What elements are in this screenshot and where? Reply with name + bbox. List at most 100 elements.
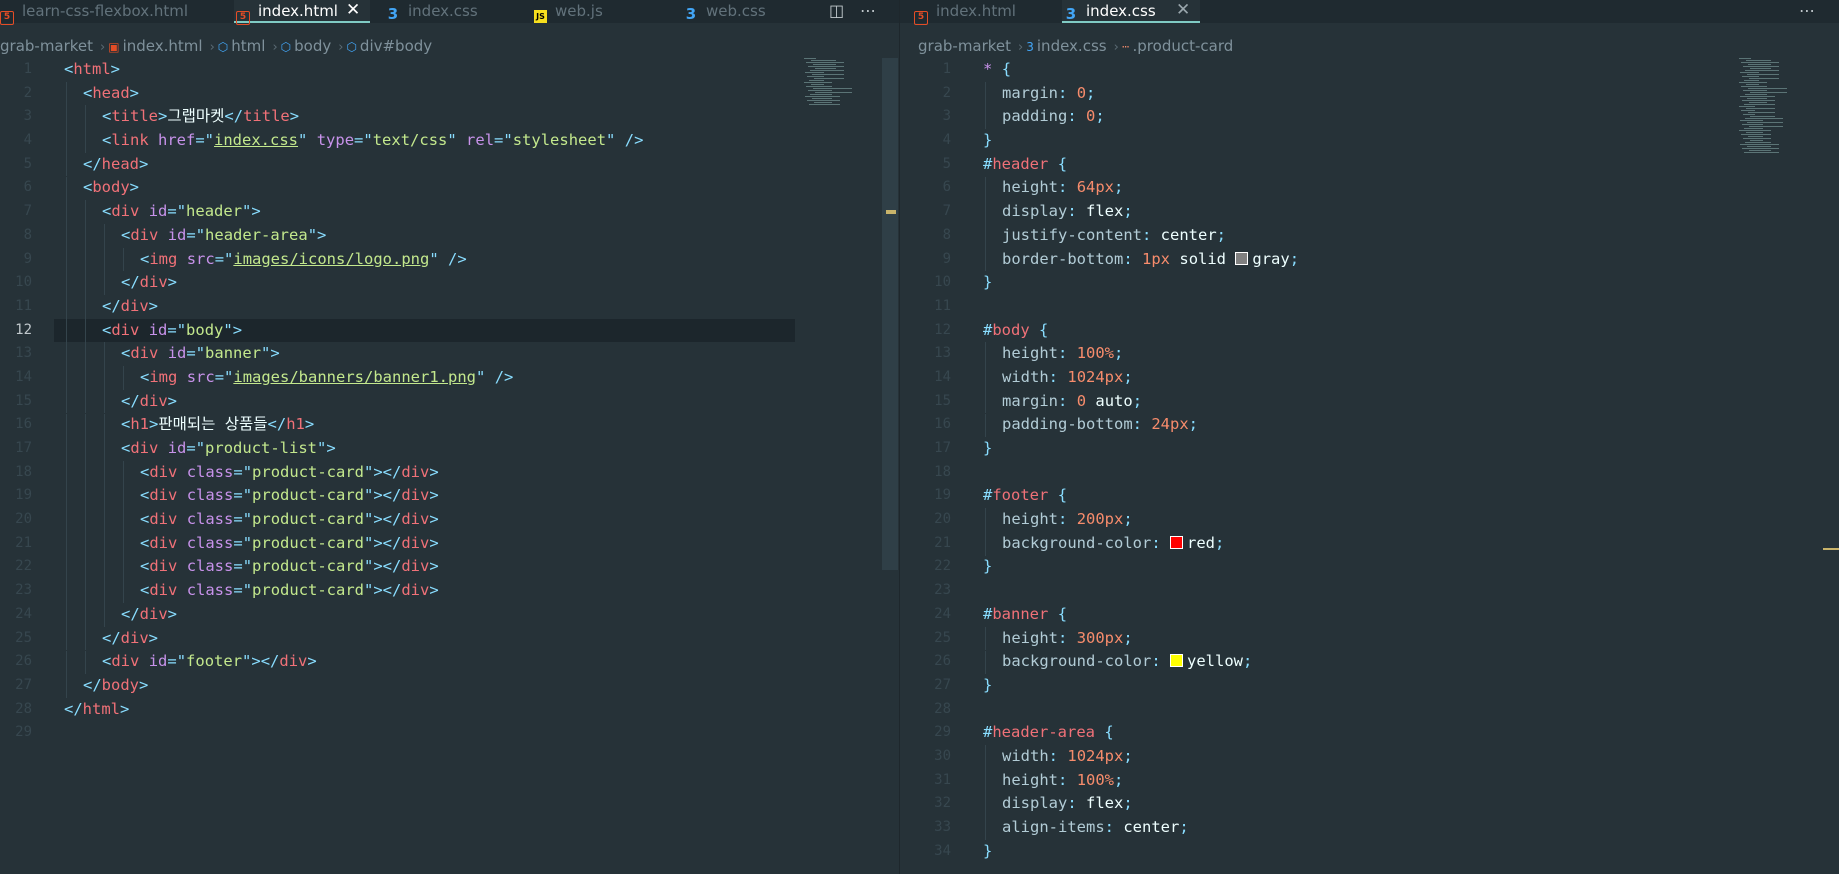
close-tab-icon[interactable]: ✕ (346, 0, 360, 21)
code-line[interactable]: 27 </body> (0, 674, 899, 698)
code-line[interactable]: 30 width: 1024px; (900, 745, 1839, 769)
code-line[interactable]: 34} (900, 840, 1839, 864)
code-line[interactable]: 28 (900, 698, 1839, 722)
code-line[interactable]: 21 background-color: red; (900, 532, 1839, 556)
scrollbar-left[interactable] (882, 58, 898, 570)
tab-index-css[interactable]: 3 index.css (386, 0, 478, 23)
code-line[interactable]: 4} (900, 129, 1839, 153)
code-line[interactable]: 2 <head> (0, 82, 899, 106)
code-line[interactable]: 23 (900, 579, 1839, 603)
breadcrumb-folder[interactable]: grab-market (918, 37, 1011, 55)
minimap-left[interactable] (804, 58, 882, 118)
minimap-right[interactable] (1739, 58, 1817, 178)
code-line[interactable]: 14 <img src="images/banners/banner1.png" … (0, 366, 899, 390)
code-line[interactable]: 20 height: 200px; (900, 508, 1839, 532)
code-line[interactable]: 6 height: 64px; (900, 176, 1839, 200)
tab-web-js[interactable]: JS web.js (534, 0, 603, 23)
code-line[interactable]: 18 <div class="product-card"></div> (0, 461, 899, 485)
close-tab-icon[interactable]: ✕ (1176, 0, 1190, 21)
code-line[interactable]: 32 display: flex; (900, 792, 1839, 816)
code-token: "></ (364, 557, 402, 576)
code-token: /> (448, 249, 467, 268)
code-line[interactable]: 33 align-items: center; (900, 816, 1839, 840)
code-line[interactable]: 7 display: flex; (900, 200, 1839, 224)
code-line[interactable]: 20 <div class="product-card"></div> (0, 508, 899, 532)
code-editor-html[interactable]: 1 <html> 2 <head> 3 <title>그랩마켓</title> 4 <link… (0, 58, 899, 745)
code-line[interactable]: 16 <h1>판매되는 상품들</h1> (0, 413, 899, 437)
indent-guide (66, 318, 67, 343)
breadcrumb-symbol-html[interactable]: html (231, 37, 265, 55)
code-line[interactable]: 4 <link href="index.css" type="text/css" … (0, 129, 899, 153)
code-line[interactable]: 23 <div class="product-card"></div> (0, 579, 899, 603)
code-line[interactable]: 29 (0, 721, 899, 745)
code-line[interactable]: 15 </div> (0, 390, 899, 414)
color-swatch[interactable] (1235, 251, 1249, 265)
code-line[interactable]: 22} (900, 555, 1839, 579)
code-line[interactable]: 6 <body> (0, 176, 899, 200)
code-line[interactable]: 10 </div> (0, 271, 899, 295)
code-line[interactable]: 17} (900, 437, 1839, 461)
code-line[interactable]: 13 <div id="banner"> (0, 342, 899, 366)
code-text: } (983, 840, 992, 864)
code-token: : (1058, 83, 1068, 102)
code-text: height: 300px; (983, 627, 1133, 651)
code-line[interactable]: 27} (900, 674, 1839, 698)
code-line[interactable]: 17 <div id="product-list"> (0, 437, 899, 461)
code-line[interactable]: 10} (900, 271, 1839, 295)
code-line[interactable]: 31 height: 100%; (900, 769, 1839, 793)
code-line[interactable]: 3 padding: 0; (900, 105, 1839, 129)
breadcrumb-symbol-body[interactable]: body (294, 37, 331, 55)
breadcrumb-symbol-div-body[interactable]: div#body (360, 37, 432, 55)
tab-web-css[interactable]: 3 web.css (684, 0, 766, 23)
code-line[interactable]: 1 <html> (0, 58, 899, 82)
split-editor-icon[interactable]: ◫ (829, 0, 844, 21)
breadcrumb-file[interactable]: index.html (123, 37, 203, 55)
code-line[interactable]: 12 #body { (900, 319, 1839, 343)
code-line[interactable]: 13 height: 100%; (900, 342, 1839, 366)
code-line[interactable]: 8 justify-content: center; (900, 224, 1839, 248)
more-actions-icon[interactable]: ⋯ (1799, 0, 1815, 21)
code-line[interactable]: 12 <div id="body"> (0, 319, 899, 343)
code-token: "></ (364, 510, 402, 529)
code-line[interactable]: 24 #banner { (900, 603, 1839, 627)
code-line[interactable]: 15 margin: 0 auto; (900, 390, 1839, 414)
breadcrumb-selector[interactable]: .product-card (1133, 37, 1234, 55)
code-line[interactable]: 8 <div id="header-area"> (0, 224, 899, 248)
code-line[interactable]: 28 </html> (0, 698, 899, 722)
code-line[interactable]: 11 (900, 295, 1839, 319)
code-editor-css[interactable]: 1 * {2 margin: 0; 3 padding: 0; 4} 5 #header {6… (900, 58, 1839, 863)
code-line[interactable]: 25 height: 300px; (900, 627, 1839, 651)
code-line[interactable]: 2 margin: 0; (900, 82, 1839, 106)
code-line[interactable]: 9 border-bottom: 1px solid gray; (900, 248, 1839, 272)
code-line[interactable]: 18 (900, 461, 1839, 485)
tab-learn-css-flexbox-html[interactable]: 5 learn-css-flexbox.html (0, 0, 188, 25)
code-line[interactable]: 19 #footer { (900, 484, 1839, 508)
color-swatch[interactable] (1170, 535, 1183, 549)
breadcrumb-file[interactable]: index.css (1037, 37, 1107, 55)
breadcrumb-folder[interactable]: grab-market (0, 37, 93, 55)
code-line[interactable]: 24 </div> (0, 603, 899, 627)
code-line[interactable]: 25 </div> (0, 627, 899, 651)
code-line[interactable]: 5 </head> (0, 153, 899, 177)
code-token: div (149, 557, 178, 576)
tab-index-html[interactable]: 5 index.html ✕ (234, 0, 370, 25)
code-line[interactable]: 1 * { (900, 58, 1839, 82)
code-line[interactable]: 16 padding-bottom: 24px; (900, 413, 1839, 437)
tab-index-html[interactable]: 5 index.html (914, 0, 1016, 25)
more-actions-icon[interactable]: ⋯ (860, 0, 876, 21)
code-line[interactable]: 9 <img src="images/icons/logo.png" /> (0, 248, 899, 272)
color-swatch[interactable] (1170, 654, 1183, 668)
code-line[interactable]: 29 #header-area { (900, 721, 1839, 745)
code-line[interactable]: 11 </div> (0, 295, 899, 319)
code-line[interactable]: 14 width: 1024px; (900, 366, 1839, 390)
code-line[interactable]: 5 #header { (900, 153, 1839, 177)
code-line[interactable]: 21 <div class="product-card"></div> (0, 532, 899, 556)
code-line[interactable]: 26 <div id="footer"></div> (0, 650, 899, 674)
code-line[interactable]: 26 background-color: yellow; (900, 650, 1839, 674)
tab-index-css[interactable]: 3 index.css ✕ (1062, 0, 1200, 23)
code-line[interactable]: 7 <div id="header"> (0, 200, 899, 224)
code-line[interactable]: 3 <title>그랩마켓</title> (0, 105, 899, 129)
code-line[interactable]: 22 <div class="product-card"></div> (0, 555, 899, 579)
code-line[interactable]: 19 <div class="product-card"></div> (0, 484, 899, 508)
